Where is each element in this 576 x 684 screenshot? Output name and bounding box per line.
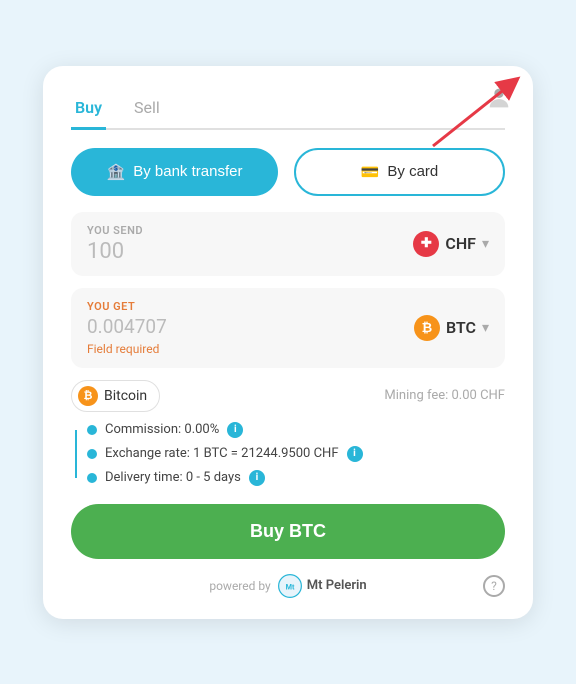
delivery-dot <box>87 473 97 483</box>
bank-icon: 🏦 <box>107 163 126 181</box>
bank-transfer-button[interactable]: 🏦 By bank transfer <box>71 148 278 196</box>
get-currency-chevron: ▾ <box>482 320 489 336</box>
svg-text:Mt: Mt <box>285 582 294 591</box>
bitcoin-chip-label: Bitcoin <box>104 388 147 404</box>
get-currency-badge: ₿ BTC <box>414 315 476 341</box>
bitcoin-chip-icon: ₿ <box>78 386 98 406</box>
powered-by-text: powered by <box>209 579 270 593</box>
tab-bar: Buy Sell <box>71 90 505 130</box>
mt-pelerin-logo-icon: Mt <box>277 573 303 599</box>
send-currency-selector[interactable]: ✚ CHF ▾ <box>413 224 489 264</box>
bitcoin-chip[interactable]: ₿ Bitcoin <box>71 380 160 412</box>
info-section: Commission: 0.00% i Exchange rate: 1 BTC… <box>71 422 505 486</box>
send-currency-code: CHF <box>445 234 476 253</box>
timeline-line <box>75 430 77 478</box>
mt-pelerin-logo: Mt Mt Pelerin <box>277 573 367 599</box>
get-value: 0.004707 <box>87 315 167 338</box>
get-currency-code: BTC <box>446 318 476 337</box>
get-field: YOU GET 0.004707 Field required ₿ BTC ▾ <box>71 288 505 368</box>
bitcoin-row: ₿ Bitcoin Mining fee: 0.00 CHF <box>71 380 505 412</box>
brand-name: Mt Pelerin <box>307 578 367 593</box>
bank-transfer-label: By bank transfer <box>133 163 242 180</box>
get-currency-selector[interactable]: ₿ BTC ▾ <box>414 300 489 356</box>
payment-method-row: 🏦 By bank transfer 💳 By card <box>71 148 505 196</box>
btc-icon: ₿ <box>414 315 440 341</box>
main-card: Buy Sell 🏦 By bank transfer 💳 By card YO… <box>43 66 533 619</box>
commission-dot <box>87 425 97 435</box>
exchange-rate-text: Exchange rate: 1 BTC = 21244.9500 CHF <box>105 446 339 461</box>
commission-row: Commission: 0.00% i <box>87 422 505 438</box>
send-label: YOU SEND <box>87 224 143 237</box>
get-label: YOU GET <box>87 300 167 313</box>
commission-text: Commission: 0.00% <box>105 422 219 437</box>
card-icon: 💳 <box>361 163 380 181</box>
delivery-text: Delivery time: 0 - 5 days <box>105 470 241 485</box>
chf-icon: ✚ <box>413 231 439 257</box>
help-button[interactable]: ? <box>483 575 505 597</box>
delivery-row: Delivery time: 0 - 5 days i <box>87 470 505 486</box>
mining-fee-label: Mining fee: 0.00 CHF <box>384 388 505 403</box>
tab-buy[interactable]: Buy <box>71 90 106 130</box>
card-label: By card <box>387 163 438 180</box>
profile-button[interactable] <box>485 84 513 116</box>
footer: powered by Mt Mt Pelerin ? <box>71 573 505 599</box>
send-currency-badge: ✚ CHF <box>413 231 476 257</box>
send-field: YOU SEND 100 ✚ CHF ▾ <box>71 212 505 276</box>
exchange-info-icon[interactable]: i <box>347 446 363 462</box>
buy-btc-button[interactable]: Buy BTC <box>71 504 505 559</box>
exchange-rate-row: Exchange rate: 1 BTC = 21244.9500 CHF i <box>87 446 505 462</box>
send-value: 100 <box>87 239 143 264</box>
commission-info-icon[interactable]: i <box>227 422 243 438</box>
get-error: Field required <box>87 342 167 356</box>
card-button[interactable]: 💳 By card <box>294 148 505 196</box>
delivery-info-icon[interactable]: i <box>249 470 265 486</box>
send-left: YOU SEND 100 <box>87 224 143 264</box>
exchange-dot <box>87 449 97 459</box>
get-left: YOU GET 0.004707 Field required <box>87 300 167 356</box>
send-currency-chevron: ▾ <box>482 236 489 252</box>
tab-sell[interactable]: Sell <box>130 90 164 130</box>
